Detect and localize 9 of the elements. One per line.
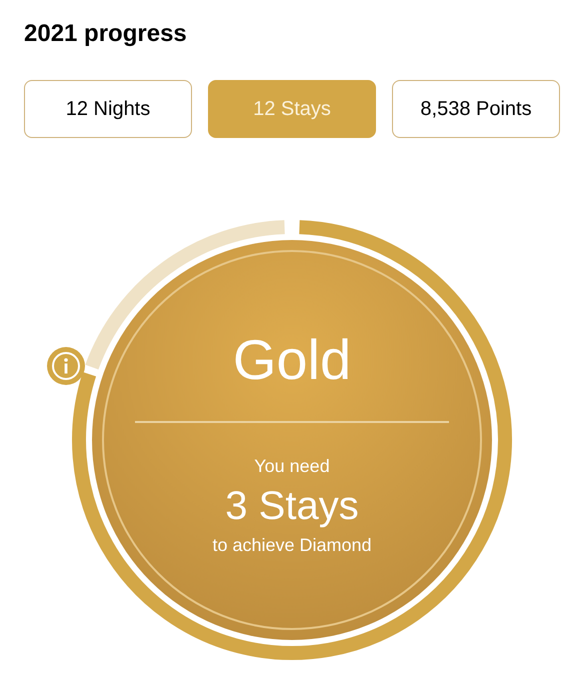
remaining-count: 3 Stays [225,483,359,529]
tab[interactable]: 12 Nights [24,80,192,138]
section-title: 2021 progress [24,19,187,49]
goal-text: to achieve Diamond [212,534,372,556]
info-button[interactable] [46,347,85,386]
info-icon [50,351,81,382]
tier-name: Gold [232,327,352,393]
tab[interactable]: 8,538 Points [392,80,560,138]
need-text: You need [254,455,330,477]
